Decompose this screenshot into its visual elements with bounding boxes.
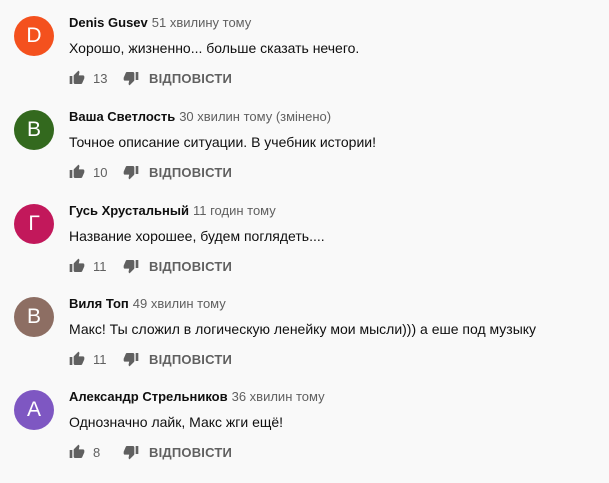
comment-actions: 8 ВІДПОВІСТИ [69, 443, 232, 461]
avatar[interactable]: В [14, 297, 54, 337]
author-name[interactable]: Виля Топ [69, 296, 129, 311]
reply-button[interactable]: ВІДПОВІСТИ [149, 165, 232, 180]
thumb-up-icon[interactable] [69, 351, 85, 367]
comment-actions: 11 ВІДПОВІСТИ [69, 350, 232, 368]
avatar[interactable]: В [14, 110, 54, 150]
comment-time[interactable]: 11 годин тому [193, 203, 276, 218]
author-name[interactable]: Denis Gusev [69, 15, 148, 30]
like-count: 10 [93, 164, 108, 180]
like-count: 11 [93, 351, 107, 367]
comment-time[interactable]: 49 хвилин тому [133, 296, 226, 311]
comment-thread: Г Гусь Хрустальный 11 годин тому Название… [0, 188, 609, 282]
comment-header: Denis Gusev 51 хвилину тому [69, 15, 251, 33]
comment-text: Однозначно лайк, Макс жги ещё! [69, 414, 284, 430]
comment-time[interactable]: 51 хвилину тому [152, 15, 252, 30]
reply-button[interactable]: ВІДПОВІСТИ [149, 71, 232, 86]
like-count: 8 [93, 444, 101, 460]
reply-button[interactable]: ВІДПОВІСТИ [149, 259, 232, 274]
author-name[interactable]: Ваша Светлость [69, 109, 175, 124]
like-count: 13 [93, 70, 108, 86]
author-name[interactable]: Александр Стрельников [69, 389, 228, 404]
thumb-down-icon[interactable] [123, 351, 139, 367]
comment-header: Ваша Светлость 30 хвилин тому (змінено) [69, 109, 331, 127]
reply-button[interactable]: ВІДПОВІСТИ [149, 445, 232, 460]
avatar[interactable]: А [14, 390, 54, 430]
thumb-down-icon[interactable] [123, 70, 139, 86]
thumb-up-icon[interactable] [69, 164, 85, 180]
thumb-down-icon[interactable] [123, 444, 139, 460]
comment-header: Виля Топ 49 хвилин тому [69, 296, 226, 314]
thumb-down-icon[interactable] [123, 164, 139, 180]
comment-text: Точное описание ситуации. В учебник исто… [69, 134, 376, 150]
comment-header: Александр Стрельников 36 хвилин тому [69, 389, 325, 407]
avatar[interactable]: Г [14, 204, 54, 244]
comment-text: Макс! Ты сложил в логическую ленейку мои… [69, 321, 537, 337]
comment-text: Название хорошее, будем поглядеть.... [69, 228, 325, 244]
comment-time[interactable]: 36 хвилин тому [232, 389, 325, 404]
reply-button[interactable]: ВІДПОВІСТИ [149, 352, 232, 367]
author-name[interactable]: Гусь Хрустальный [69, 203, 189, 218]
like-count: 11 [93, 258, 107, 274]
comment-header: Гусь Хрустальный 11 годин тому [69, 203, 276, 221]
comment-actions: 13 ВІДПОВІСТИ [69, 69, 232, 87]
comment-thread: D Denis Gusev 51 хвилину тому Хорошо, жиз… [0, 0, 609, 94]
thumb-up-icon[interactable] [69, 444, 85, 460]
comment-actions: 10 ВІДПОВІСТИ [69, 163, 232, 181]
comment-time[interactable]: 30 хвилин тому (змінено) [179, 109, 331, 124]
thumb-up-icon[interactable] [69, 258, 85, 274]
avatar[interactable]: D [14, 16, 54, 56]
thumb-down-icon[interactable] [123, 258, 139, 274]
comment-thread: А Александр Стрельников 36 хвилин тому Од… [0, 374, 609, 468]
comment-actions: 11 ВІДПОВІСТИ [69, 257, 232, 275]
comment-thread: В Ваша Светлость 30 хвилин тому (змінено)… [0, 94, 609, 188]
comment-thread: В Виля Топ 49 хвилин тому Макс! Ты сложил… [0, 281, 609, 375]
thumb-up-icon[interactable] [69, 70, 85, 86]
comment-text: Хорошо, жизненно... больше сказать нечег… [69, 40, 360, 56]
